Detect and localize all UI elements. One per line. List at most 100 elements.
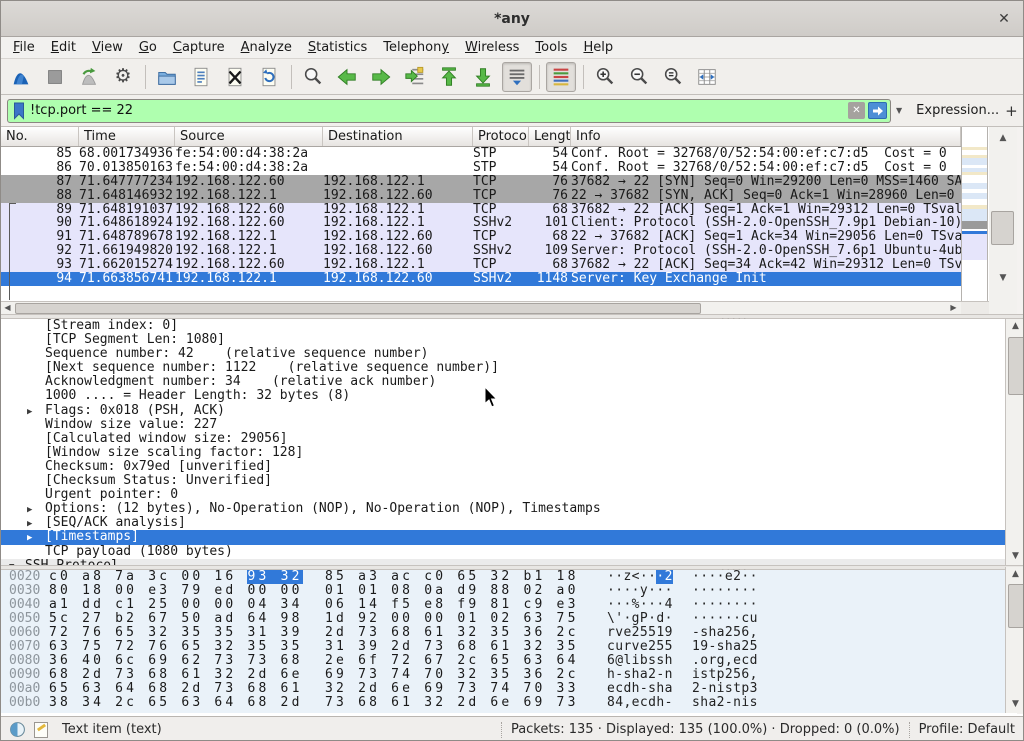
detail-row-7[interactable]: Window size value: 227: [1, 418, 1005, 432]
scroll-up-icon[interactable]: ▲: [1006, 319, 1024, 334]
menu-go[interactable]: Go: [131, 38, 165, 57]
add-filter-button[interactable]: +: [999, 102, 1024, 120]
menu-file[interactable]: File: [5, 38, 43, 57]
scroll-up-icon[interactable]: ▲: [989, 131, 1017, 146]
packet-row-90[interactable]: 9071.648618924192.168.122.60192.168.122.…: [1, 216, 961, 230]
capture-options-button[interactable]: ⚙: [108, 62, 138, 92]
detail-row-8[interactable]: [Calculated window size: 29056]: [1, 432, 1005, 446]
column-header-source[interactable]: Source: [175, 127, 323, 146]
column-header-destination[interactable]: Destination: [323, 127, 473, 146]
expand-arrow-icon[interactable]: ▶: [27, 517, 32, 530]
column-header-time[interactable]: Time: [79, 127, 175, 146]
zoom-100-button[interactable]: [658, 62, 688, 92]
menu-view[interactable]: View: [84, 38, 131, 57]
detail-row-11[interactable]: [Checksum Status: Unverified]: [1, 474, 1005, 488]
column-header-info[interactable]: Info: [571, 127, 961, 146]
menu-telephony[interactable]: Telephony: [375, 38, 457, 57]
go-to-bottom-button[interactable]: [468, 62, 498, 92]
menu-statistics[interactable]: Statistics: [300, 38, 375, 57]
zoom-out-button[interactable]: [624, 62, 654, 92]
hex-row-0070[interactable]: 007063 75 72 76 65 32 35 3531 39 2d 73 6…: [1, 640, 1005, 654]
hex-row-0030[interactable]: 003080 18 00 e3 79 ed 00 0001 01 08 0a d…: [1, 584, 1005, 598]
save-file-button[interactable]: [186, 62, 216, 92]
colorize-toggle[interactable]: [546, 62, 576, 92]
scroll-down-icon[interactable]: ▼: [989, 271, 1017, 286]
hex-row-00a0[interactable]: 00a065 63 64 68 2d 73 68 6132 2d 6e 69 7…: [1, 682, 1005, 696]
clear-filter-icon[interactable]: ✕: [848, 102, 865, 119]
hex-row-0090[interactable]: 009068 2d 73 68 61 32 2d 6e69 73 74 70 3…: [1, 668, 1005, 682]
hex-row-0020[interactable]: 0020c0 a8 7a 3c 00 16 93 3285 a3 ac c0 6…: [1, 570, 1005, 584]
stop-capture-button[interactable]: [40, 62, 70, 92]
intelligent-scrollbar-minimap[interactable]: [961, 127, 988, 301]
go-forward-button[interactable]: [366, 62, 396, 92]
scroll-down-icon[interactable]: ▼: [1006, 549, 1024, 564]
column-header-no[interactable]: No.: [1, 127, 79, 146]
hex-row-0050[interactable]: 00505c 27 b2 67 50 ad 64 981d 92 00 00 0…: [1, 612, 1005, 626]
detail-row-13[interactable]: ▶Options: (12 bytes), No-Operation (NOP)…: [1, 502, 1005, 516]
hex-row-00b0[interactable]: 00b038 34 2c 65 63 64 68 2d73 68 61 32 2…: [1, 696, 1005, 710]
menu-edit[interactable]: Edit: [43, 38, 84, 57]
detail-row-4[interactable]: Acknowledgment number: 34 (relative ack …: [1, 375, 1005, 389]
packet-list-vscrollbar[interactable]: ▲ ▼: [989, 127, 1017, 314]
find-packet-button[interactable]: [298, 62, 328, 92]
go-to-packet-button[interactable]: [400, 62, 430, 92]
detail-row-3[interactable]: [Next sequence number: 1122 (relative se…: [1, 361, 1005, 375]
column-header-protocol[interactable]: Protocol: [473, 127, 529, 146]
details-vscrollbar[interactable]: ▲ ▼: [1005, 319, 1024, 565]
expert-info-icon[interactable]: [9, 721, 26, 738]
capture-comment-icon[interactable]: [34, 722, 48, 738]
detail-row-15[interactable]: ▶[Timestamps]: [1, 530, 1005, 544]
detail-row-0[interactable]: [Stream index: 0]: [1, 319, 1005, 333]
detail-row-9[interactable]: [Window size scaling factor: 128]: [1, 446, 1005, 460]
detail-row-6[interactable]: ▶Flags: 0x018 (PSH, ACK): [1, 404, 1005, 418]
detail-row-5[interactable]: 1000 .... = Header Length: 32 bytes (8): [1, 389, 1005, 403]
status-profile[interactable]: Profile: Default: [919, 722, 1015, 737]
apply-filter-icon[interactable]: [868, 102, 887, 119]
detail-row-12[interactable]: Urgent pointer: 0: [1, 488, 1005, 502]
go-to-top-button[interactable]: [434, 62, 464, 92]
packet-row-94[interactable]: 9471.663856741192.168.122.1192.168.122.6…: [1, 272, 961, 286]
scrollbar-thumb[interactable]: [1008, 337, 1024, 395]
packet-row-91[interactable]: 9171.648789678192.168.122.1192.168.122.6…: [1, 230, 961, 244]
packet-row-86[interactable]: 8670.013850163fe:54:00:d4:38:2aSTP54Conf…: [1, 161, 961, 175]
scrollbar-thumb[interactable]: [15, 303, 701, 314]
menu-analyze[interactable]: Analyze: [233, 38, 300, 57]
packet-list-hscrollbar[interactable]: ◀ ▶: [1, 301, 961, 314]
open-file-button[interactable]: [152, 62, 182, 92]
expand-arrow-icon[interactable]: ▶: [27, 503, 32, 516]
column-header-length[interactable]: Length: [529, 127, 571, 146]
scroll-down-icon[interactable]: ▼: [1006, 697, 1024, 712]
packet-row-88[interactable]: 8871.648146932192.168.122.1192.168.122.6…: [1, 189, 961, 203]
detail-row-2[interactable]: Sequence number: 42 (relative sequence n…: [1, 347, 1005, 361]
menu-capture[interactable]: Capture: [165, 38, 233, 57]
bookmark-icon[interactable]: [12, 102, 26, 120]
auto-scroll-toggle[interactable]: [502, 62, 532, 92]
scrollbar-thumb[interactable]: [991, 211, 1014, 245]
hex-row-0060[interactable]: 006072 76 65 32 35 35 31 392d 73 68 61 3…: [1, 626, 1005, 640]
expand-arrow-icon[interactable]: ▶: [27, 405, 32, 418]
menu-help[interactable]: Help: [575, 38, 621, 57]
scrollbar-thumb[interactable]: [1008, 584, 1024, 628]
scroll-up-icon[interactable]: ▲: [1006, 567, 1024, 582]
filter-history-dropdown-icon[interactable]: ▼: [891, 106, 906, 115]
detail-row-16[interactable]: TCP payload (1080 bytes): [1, 545, 1005, 559]
resize-columns-button[interactable]: [692, 62, 722, 92]
hex-vscrollbar[interactable]: ▲ ▼: [1005, 567, 1024, 713]
hex-row-0080[interactable]: 008036 40 6c 69 62 73 73 682e 6f 72 67 2…: [1, 654, 1005, 668]
go-back-button[interactable]: [332, 62, 362, 92]
packet-row-89[interactable]: 8971.648191037192.168.122.60192.168.122.…: [1, 203, 961, 217]
expand-arrow-icon[interactable]: ▶: [27, 531, 32, 544]
menu-tools[interactable]: Tools: [527, 38, 575, 57]
scroll-right-icon[interactable]: ▶: [947, 302, 960, 314]
menu-wireless[interactable]: Wireless: [457, 38, 527, 57]
close-file-button[interactable]: [220, 62, 250, 92]
expression-button[interactable]: Expression...: [916, 103, 999, 118]
restart-capture-button[interactable]: [74, 62, 104, 92]
detail-row-14[interactable]: ▶[SEQ/ACK analysis]: [1, 516, 1005, 530]
packet-row-85[interactable]: 8568.001734936fe:54:00:d4:38:2aSTP54Conf…: [1, 147, 961, 161]
reload-file-button[interactable]: [254, 62, 284, 92]
packet-row-93[interactable]: 9371.662015274192.168.122.60192.168.122.…: [1, 258, 961, 272]
close-icon[interactable]: ✕: [995, 10, 1013, 28]
detail-row-10[interactable]: Checksum: 0x79ed [unverified]: [1, 460, 1005, 474]
packet-row-87[interactable]: 8771.647777234192.168.122.60192.168.122.…: [1, 175, 961, 189]
